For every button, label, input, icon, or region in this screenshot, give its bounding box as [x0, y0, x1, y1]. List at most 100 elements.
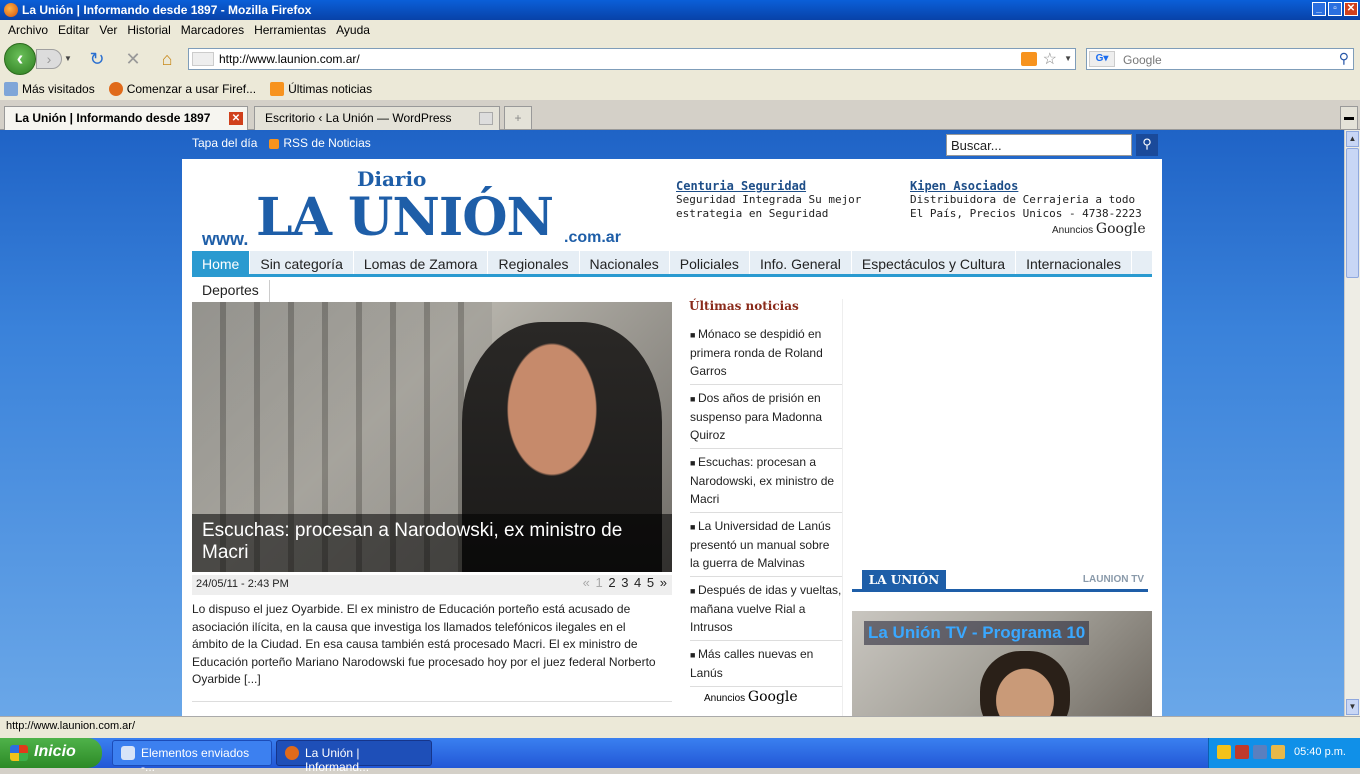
bookmark-star-icon[interactable]: ☆: [1043, 49, 1057, 69]
latest-news-item[interactable]: Dos años de prisión en suspenso para Mad…: [690, 385, 842, 449]
bookmark-ultimas-noticias[interactable]: Últimas noticias: [270, 82, 372, 96]
tab-list-button[interactable]: ▬: [1340, 106, 1358, 130]
nav-policiales[interactable]: Policiales: [670, 251, 750, 274]
reload-icon[interactable]: ↻: [86, 48, 108, 70]
minimize-button[interactable]: _: [1312, 2, 1326, 16]
latest-news: Últimas noticias Mónaco se despidió en p…: [682, 299, 842, 687]
menu-archivo[interactable]: Archivo: [6, 23, 56, 37]
home-icon[interactable]: ⌂: [156, 48, 178, 70]
url-dropdown-icon[interactable]: ▼: [1064, 54, 1072, 63]
latest-ads-by-google[interactable]: Anuncios Google: [704, 689, 798, 705]
latest-news-item[interactable]: Mónaco se despidió en primera ronda de R…: [690, 321, 842, 385]
firefox-icon: [108, 82, 123, 96]
back-button[interactable]: ‹: [4, 43, 36, 75]
nav-lomas-de-zamora[interactable]: Lomas de Zamora: [354, 251, 489, 274]
pager-page-5[interactable]: 5: [647, 575, 654, 590]
google-engine-icon[interactable]: G▾: [1089, 51, 1115, 67]
navigation-toolbar: ‹ › ▼ ↻ ✕ ⌂ http://www.launion.com.ar/ ☆…: [0, 40, 1360, 78]
nav-home[interactable]: Home: [192, 251, 251, 274]
nav-nacionales[interactable]: Nacionales: [580, 251, 670, 274]
pager-next[interactable]: »: [660, 575, 667, 590]
scroll-up-icon[interactable]: ▲: [1346, 131, 1359, 147]
bookmark-mas-visitados[interactable]: Más visitados: [4, 82, 95, 96]
latest-news-item[interactable]: Más calles nuevas en Lanús: [690, 641, 842, 687]
tv-video-title: La Unión TV - Programa 10: [864, 621, 1090, 645]
close-window-button[interactable]: ✕: [1344, 2, 1358, 16]
ad-centuria[interactable]: Centuria Seguridad Seguridad Integrada S…: [676, 179, 906, 221]
pager-prev[interactable]: «: [583, 575, 590, 590]
ads-by-google[interactable]: Anuncios Google: [1052, 221, 1146, 237]
nav-info-general[interactable]: Info. General: [750, 251, 852, 274]
tab-la-union[interactable]: La Unión | Informando desde 1897 ✕: [4, 106, 248, 130]
rss-feed-icon[interactable]: [1021, 52, 1037, 66]
search-bar[interactable]: G▾ Google ⚲: [1086, 48, 1354, 70]
top-links: Tapa del día RSS de Noticias: [192, 136, 371, 150]
pager-page-3[interactable]: 3: [621, 575, 628, 590]
menu-ver[interactable]: Ver: [97, 23, 125, 37]
mail-icon: [121, 746, 135, 760]
feature-excerpt: Lo dispuso el juez Oyarbide. El ex minis…: [192, 602, 656, 686]
pager-page-2[interactable]: 2: [608, 575, 615, 590]
pager-page-4[interactable]: 4: [634, 575, 641, 590]
pager-page-1[interactable]: 1: [595, 575, 602, 590]
tool-icon[interactable]: [1271, 745, 1285, 759]
site-search-input[interactable]: Buscar...: [946, 134, 1132, 156]
nav-espectaculos[interactable]: Espectáculos y Cultura: [852, 251, 1017, 274]
nav-deportes[interactable]: Deportes: [192, 280, 270, 302]
site-identity-icon[interactable]: [192, 52, 214, 66]
tv-video[interactable]: La Unión TV - Programa 10: [852, 611, 1152, 716]
maximize-button[interactable]: ▫: [1328, 2, 1342, 16]
site-logo[interactable]: Diario www. LA UNIÓN .com.ar: [202, 167, 632, 251]
stop-icon[interactable]: ✕: [122, 48, 144, 70]
new-tab-button[interactable]: +: [504, 106, 532, 130]
latest-news-heading: Últimas noticias: [689, 299, 799, 313]
menu-ayuda[interactable]: Ayuda: [334, 23, 378, 37]
latest-news-item[interactable]: Escuchas: procesan a Narodowski, ex mini…: [690, 449, 842, 513]
menu-herramientas[interactable]: Herramientas: [252, 23, 334, 37]
tv-banner[interactable]: LA UNIÓN LAUNION TV: [852, 570, 1148, 592]
scroll-down-icon[interactable]: ▼: [1346, 699, 1359, 715]
link-rss-noticias[interactable]: RSS de Noticias: [269, 136, 371, 150]
menu-marcadores[interactable]: Marcadores: [179, 23, 252, 37]
search-placeholder[interactable]: Google: [1123, 53, 1162, 67]
vertical-scrollbar[interactable]: ▲ ▼: [1344, 130, 1360, 716]
close-tab-icon[interactable]: ✕: [229, 112, 243, 125]
menu-editar[interactable]: Editar: [56, 23, 97, 37]
menu-historial[interactable]: Historial: [125, 23, 178, 37]
history-dropdown-icon[interactable]: ▼: [64, 49, 74, 69]
feature-pager: 24/05/11 - 2:43 PM « 1 2 3 4 5 »: [192, 575, 672, 595]
presenter-photo: [980, 651, 1070, 716]
shield-icon[interactable]: [1217, 745, 1231, 759]
start-button[interactable]: Inicio: [0, 738, 102, 768]
nav-sin-categoria[interactable]: Sin categoría: [250, 251, 354, 274]
network-icon[interactable]: [1253, 745, 1267, 759]
taskbar-item-firefox[interactable]: La Unión | Informand...: [276, 740, 432, 774]
tab-wordpress[interactable]: Escritorio ‹ La Unión — WordPress: [254, 106, 500, 130]
security-icon[interactable]: [1235, 745, 1249, 759]
rss-icon: [270, 82, 285, 96]
status-bar: http://www.launion.com.ar/: [0, 716, 1360, 738]
forward-button[interactable]: ›: [36, 49, 62, 69]
folder-icon: [4, 82, 18, 96]
search-icon[interactable]: ⚲: [1339, 50, 1349, 67]
main-nav: Home Sin categoría Lomas de Zamora Regio…: [192, 251, 1152, 277]
url-text[interactable]: http://www.launion.com.ar/: [219, 52, 360, 66]
latest-news-item[interactable]: La Universidad de Lanús presentó un manu…: [690, 513, 842, 577]
scroll-thumb[interactable]: [1346, 148, 1359, 278]
ad-kipen[interactable]: Kipen Asociados Distribuidora de Cerraje…: [910, 179, 1144, 221]
feature-image[interactable]: Escuchas: procesan a Narodowski, ex mini…: [192, 302, 672, 572]
site-search-button[interactable]: ⚲: [1136, 134, 1158, 156]
bookmark-comenzar[interactable]: Comenzar a usar Firef...: [108, 82, 256, 96]
taskbar-item-outlook[interactable]: Elementos enviados -...: [112, 740, 272, 774]
nav-regionales[interactable]: Regionales: [488, 251, 580, 274]
page-viewport: Tapa del día RSS de Noticias Buscar... ⚲…: [0, 130, 1344, 716]
feature-caption[interactable]: Escuchas: procesan a Narodowski, ex mini…: [192, 514, 672, 572]
nav-internacionales[interactable]: Internacionales: [1016, 251, 1133, 274]
close-tab-icon[interactable]: [479, 112, 493, 125]
url-bar[interactable]: http://www.launion.com.ar/ ☆ ▼: [188, 48, 1076, 70]
latest-news-item[interactable]: Después de idas y vueltas, mañana vuelve…: [690, 577, 842, 641]
link-tapa-del-dia[interactable]: Tapa del día: [192, 136, 257, 150]
tab-bar: La Unión | Informando desde 1897 ✕ Escri…: [0, 102, 1360, 130]
window-titlebar: La Unión | Informando desde 1897 - Mozil…: [0, 0, 1360, 20]
rss-icon: [269, 138, 280, 149]
